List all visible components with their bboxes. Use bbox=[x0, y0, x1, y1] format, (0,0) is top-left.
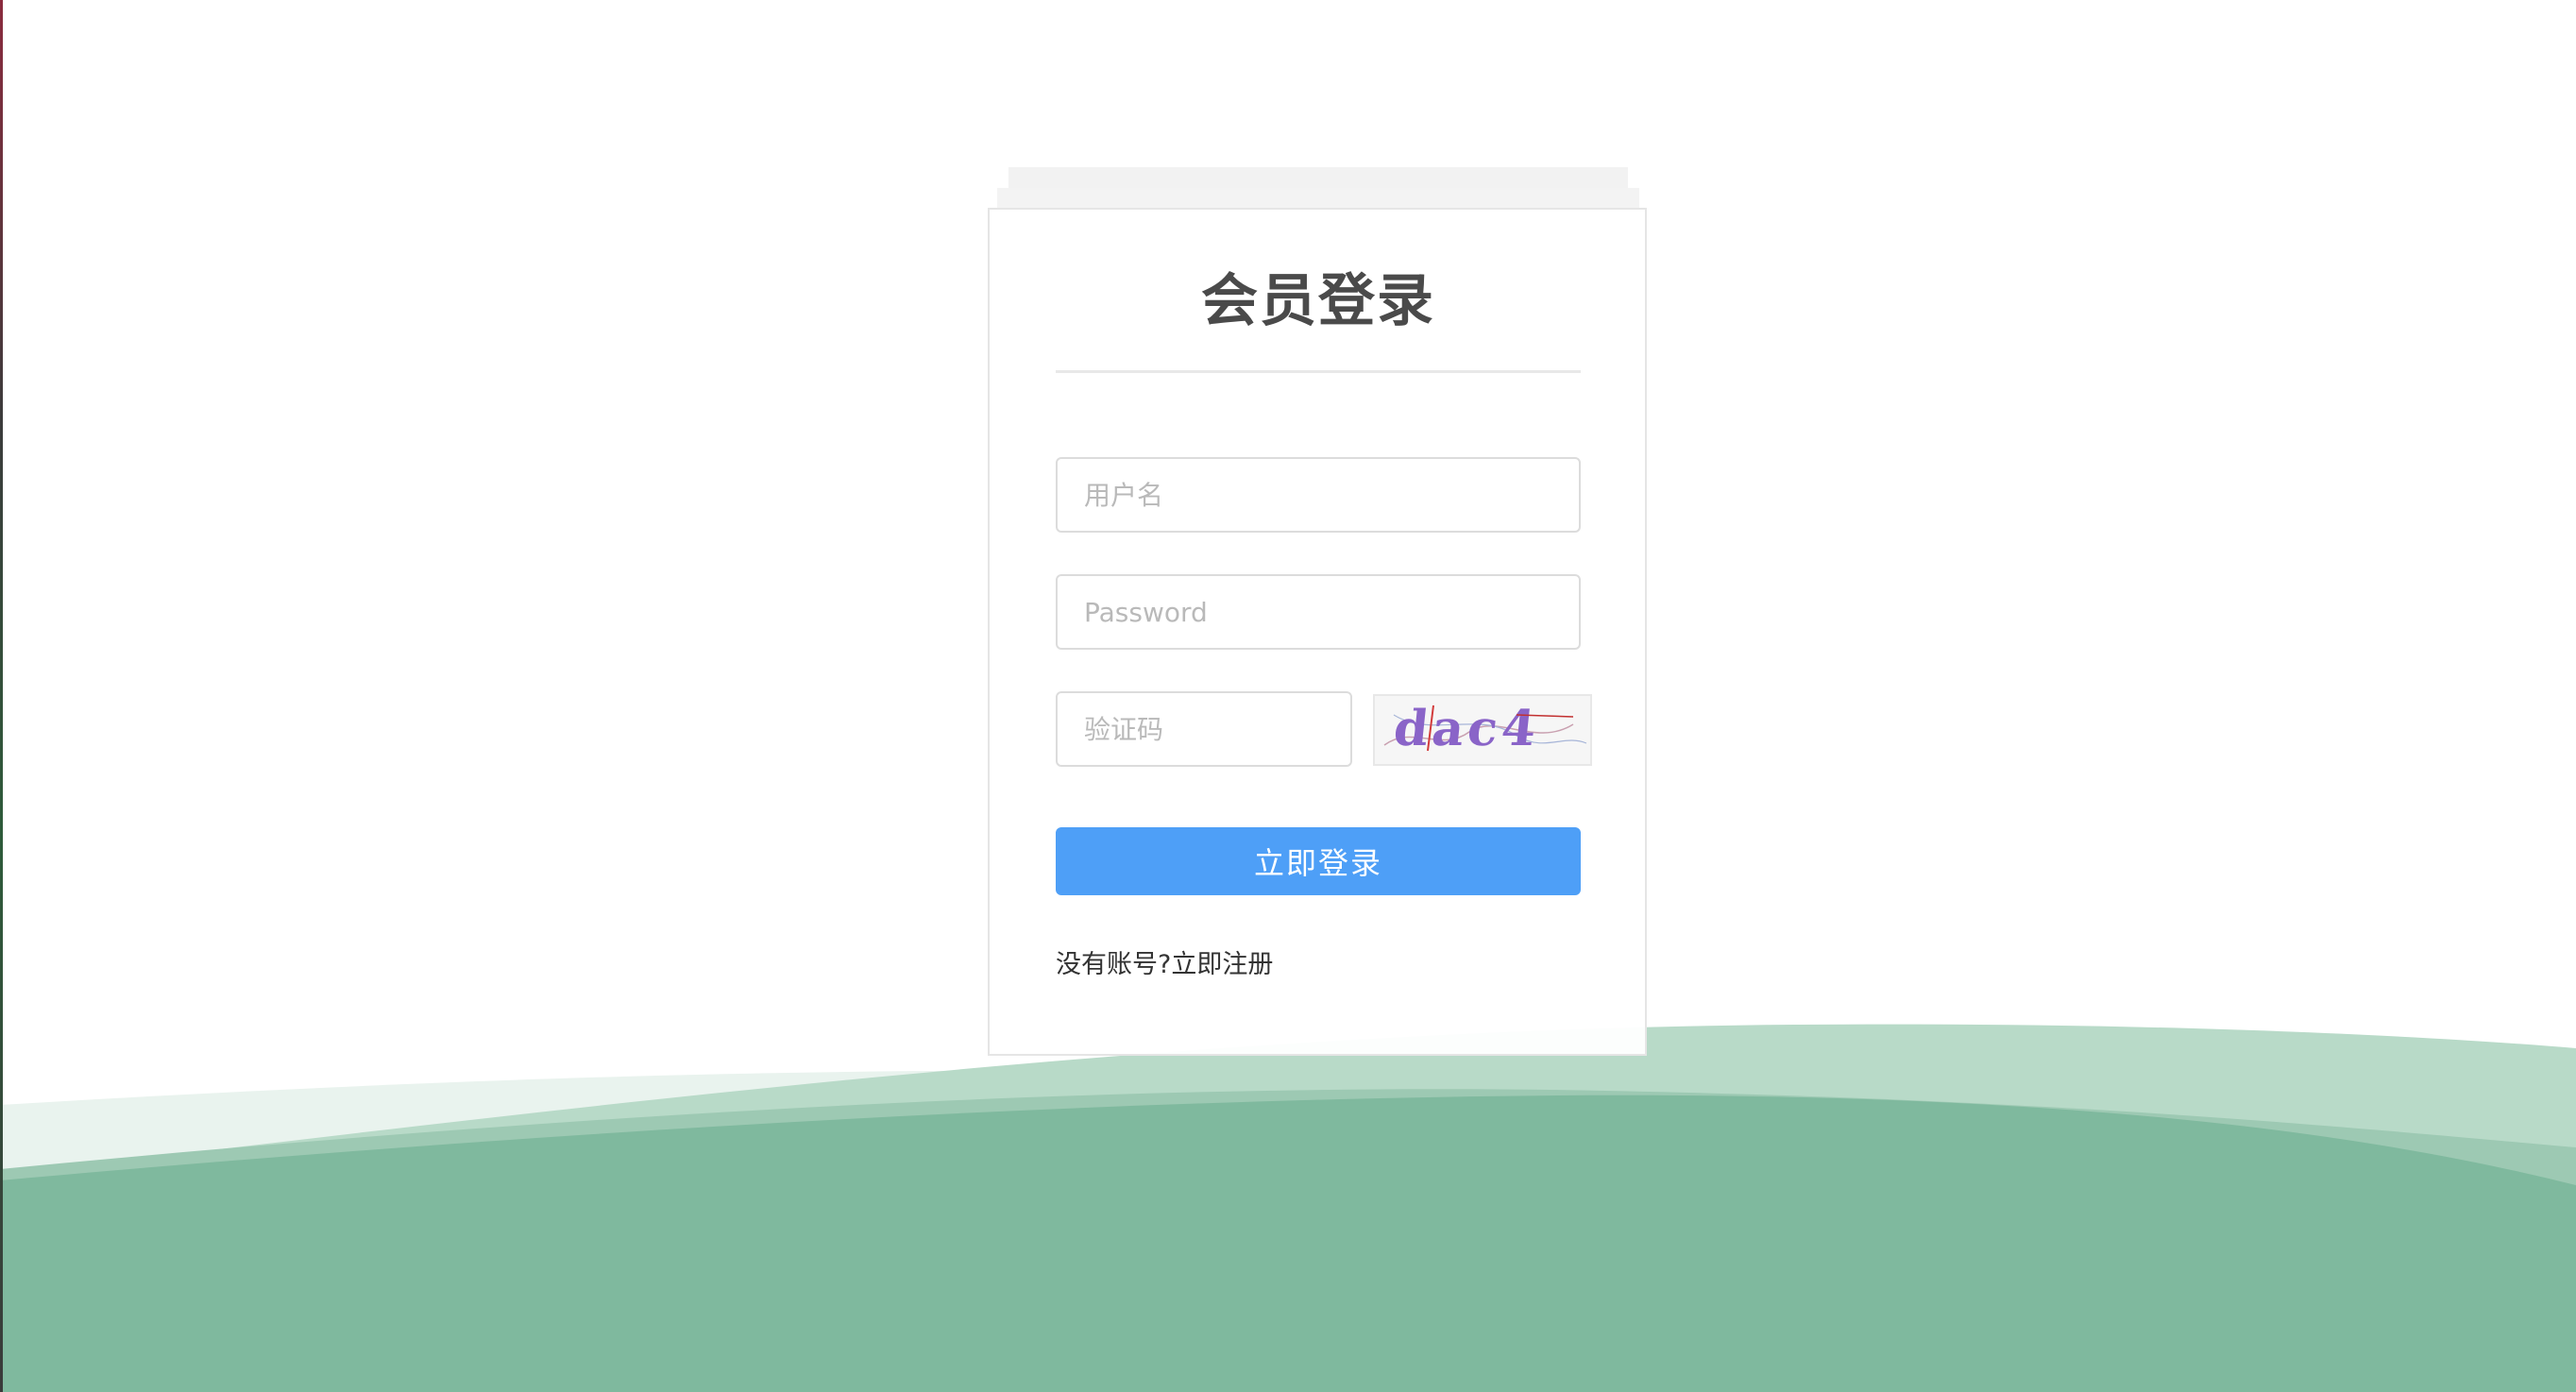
register-prompt: 没有账号?立即注册 bbox=[1056, 946, 1273, 984]
card-stack-back bbox=[1008, 167, 1628, 188]
captcha-input[interactable] bbox=[1056, 691, 1352, 767]
page-title: 会员登录 bbox=[1201, 268, 1435, 334]
captcha-image[interactable]: dac4 bbox=[1373, 694, 1592, 766]
card-stack-middle bbox=[997, 188, 1639, 209]
no-account-text: 没有账号? bbox=[1056, 950, 1172, 979]
username-input[interactable] bbox=[1056, 457, 1581, 533]
login-page: 会员登录 dac4 立即登录 没有账号?立即注册 bbox=[0, 0, 2576, 1392]
login-button[interactable]: 立即登录 bbox=[1056, 827, 1581, 895]
login-card: 会员登录 dac4 立即登录 没有账号?立即注册 bbox=[988, 208, 1647, 1056]
captcha-text: dac4 bbox=[1391, 700, 1542, 757]
window-edge bbox=[0, 0, 3, 1392]
captcha-graphic: dac4 bbox=[1375, 696, 1590, 764]
title-divider bbox=[1056, 370, 1581, 373]
password-input[interactable] bbox=[1056, 574, 1581, 650]
register-link[interactable]: 立即注册 bbox=[1171, 950, 1273, 979]
